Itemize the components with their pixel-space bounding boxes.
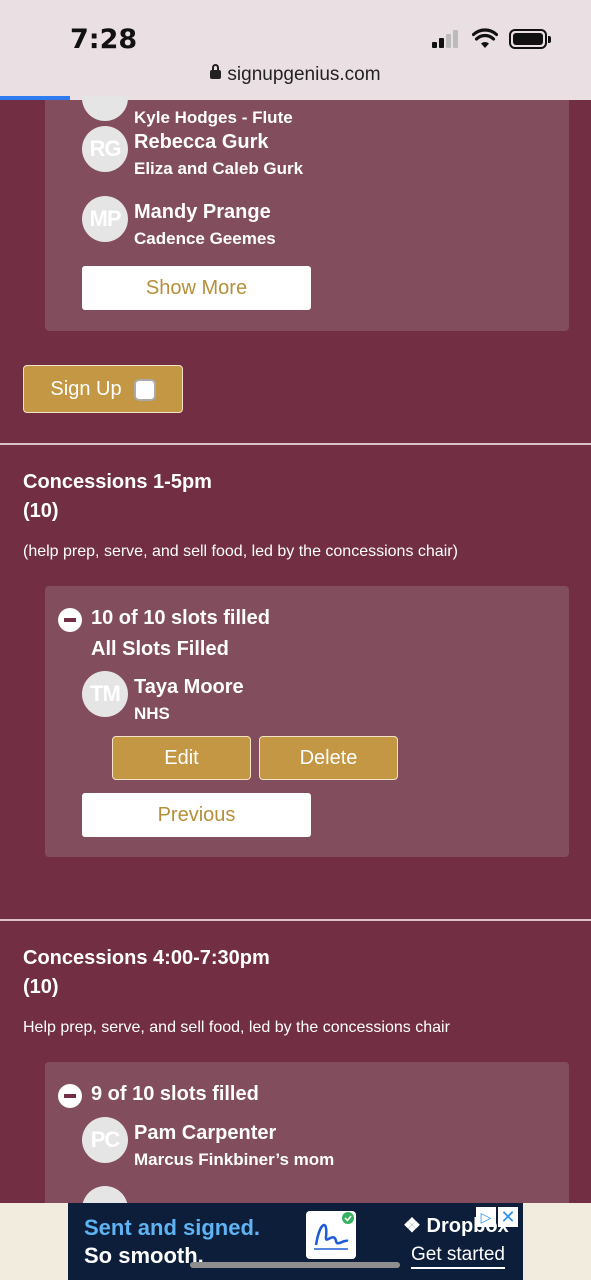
collapse-minus-icon[interactable] [58,1084,82,1108]
participant-sub: Kyle Hodges - Flute [134,108,293,127]
section-title-line: Concessions 1-5pm [23,471,212,493]
section-description: (help prep, serve, and sell food, led by… [23,543,458,560]
participant-name: Taya Moore [134,676,244,698]
collapse-minus-icon[interactable] [58,608,82,632]
ad-subheadline: So smooth. [84,1243,204,1268]
section-description: Help prep, serve, and sell food, led by … [23,1019,450,1036]
sign-up-button[interactable]: Sign Up [23,365,183,413]
home-indicator[interactable] [190,1262,400,1268]
dropbox-logo-icon: ❖ [403,1215,427,1237]
ad-brand-name: Dropbox [426,1215,509,1237]
url-label: signupgenius.com [227,64,381,85]
url-bar[interactable]: signupgenius.com [0,64,591,86]
avatar: PC [82,1117,128,1163]
signature-icon [306,1211,356,1259]
slot-status: All Slots Filled [91,638,229,660]
participant-sub: Marcus Finkbiner’s mom [134,1150,335,1169]
section-count: (10) [23,976,59,998]
ad-close-icon[interactable]: ✕ [498,1207,518,1227]
ad-headline: Sent and signed. [84,1215,261,1240]
section-divider [0,443,591,445]
show-more-button[interactable]: Show More [82,266,311,310]
section-title-line: Concessions 4:00-7:30pm [23,947,270,969]
section-title: Concessions 4:00-7:30pm (10) [23,944,270,1002]
participant-sub: NHS [134,704,170,723]
load-progress-bar [0,96,70,100]
delete-button[interactable]: Delete [259,736,398,780]
ad-cta-link[interactable]: Get started [411,1243,505,1269]
ad-banner[interactable]: Sent and signed. So smooth. ❖ Dropbox Ge… [0,1203,591,1280]
avatar: MP [82,196,128,242]
secure-lock-icon [210,64,222,79]
sign-up-label: Sign Up [50,378,122,400]
wifi-status-icon [472,28,498,48]
battery-status-icon [509,29,551,49]
edit-button[interactable]: Edit [112,736,251,780]
section-count: (10) [23,500,59,522]
slots-filled-count: 10 of 10 slots filled [91,607,270,629]
avatar: RG [82,126,128,172]
participant-sub: Cadence Geemes [134,229,276,248]
clock-display: 7:28 [70,24,138,55]
ad-choices-icon[interactable]: ▷ [476,1207,496,1227]
ad-creative[interactable]: Sent and signed. So smooth. ❖ Dropbox Ge… [68,1203,523,1280]
participant-name: Rebecca Gurk [134,131,269,153]
slots-filled-count: 9 of 10 slots filled [91,1083,259,1105]
section-title: Concessions 1-5pm (10) [23,468,212,526]
previous-button[interactable]: Previous [82,793,311,837]
section-divider [0,919,591,921]
signal-icon [432,30,462,48]
participant-name: Mandy Prange [134,201,271,223]
sign-up-checkbox[interactable] [133,378,156,401]
participant-name: Pam Carpenter [134,1122,277,1144]
avatar: TM [82,671,128,717]
participant-sub: Eliza and Caleb Gurk [134,159,304,178]
